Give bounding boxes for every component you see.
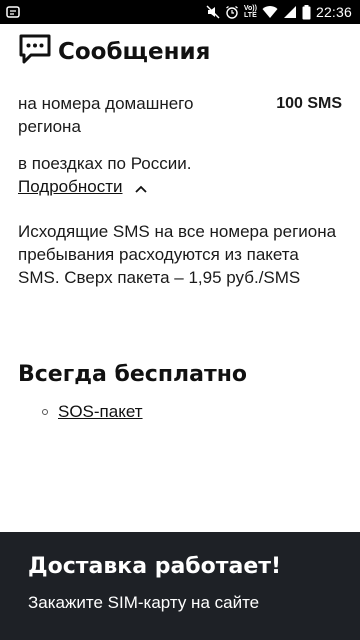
page-title: Сообщения	[58, 38, 211, 65]
delivery-banner[interactable]: Доставка работает! Закажите SIM-карту на…	[0, 532, 360, 640]
travel-info: в поездках по России. Подробности	[18, 152, 342, 199]
free-section-title: Всегда бесплатно	[18, 362, 248, 387]
sms-package-row: на номера домашнего региона 100 SMS	[18, 92, 342, 138]
volte-label: Vo))	[243, 5, 257, 12]
sms-package-value: 100 SMS	[276, 95, 342, 112]
alarm-icon	[225, 5, 239, 19]
section-header: Сообщения	[18, 34, 210, 69]
volte-icon: Vo)) LTE	[244, 5, 257, 19]
sos-package-link[interactable]: SOS-пакет	[58, 402, 143, 422]
battery-icon	[302, 4, 311, 20]
sms-package-description: на номера домашнего региона	[18, 94, 194, 136]
details-link[interactable]: Подробности	[18, 177, 123, 196]
wifi-icon	[262, 5, 278, 19]
clock: 22:36	[315, 4, 352, 20]
banner-title: Доставка работает!	[28, 554, 282, 579]
sms-info-paragraph: Исходящие SMS на все номера региона преб…	[18, 222, 337, 287]
list-item[interactable]: SOS-пакет	[42, 402, 143, 422]
status-bar: Vo)) LTE 22:36	[0, 0, 360, 24]
chevron-up-icon[interactable]	[135, 176, 147, 199]
bullet-icon	[42, 409, 48, 415]
banner-subtitle: Закажите SIM-карту на сайте	[28, 593, 260, 612]
mute-icon	[206, 5, 220, 19]
message-bubble-icon	[18, 34, 52, 69]
signal-icon	[283, 5, 297, 19]
app-notification-icon	[6, 5, 20, 19]
travel-text: в поездках по России.	[18, 154, 192, 173]
lte-label: LTE	[244, 12, 257, 19]
